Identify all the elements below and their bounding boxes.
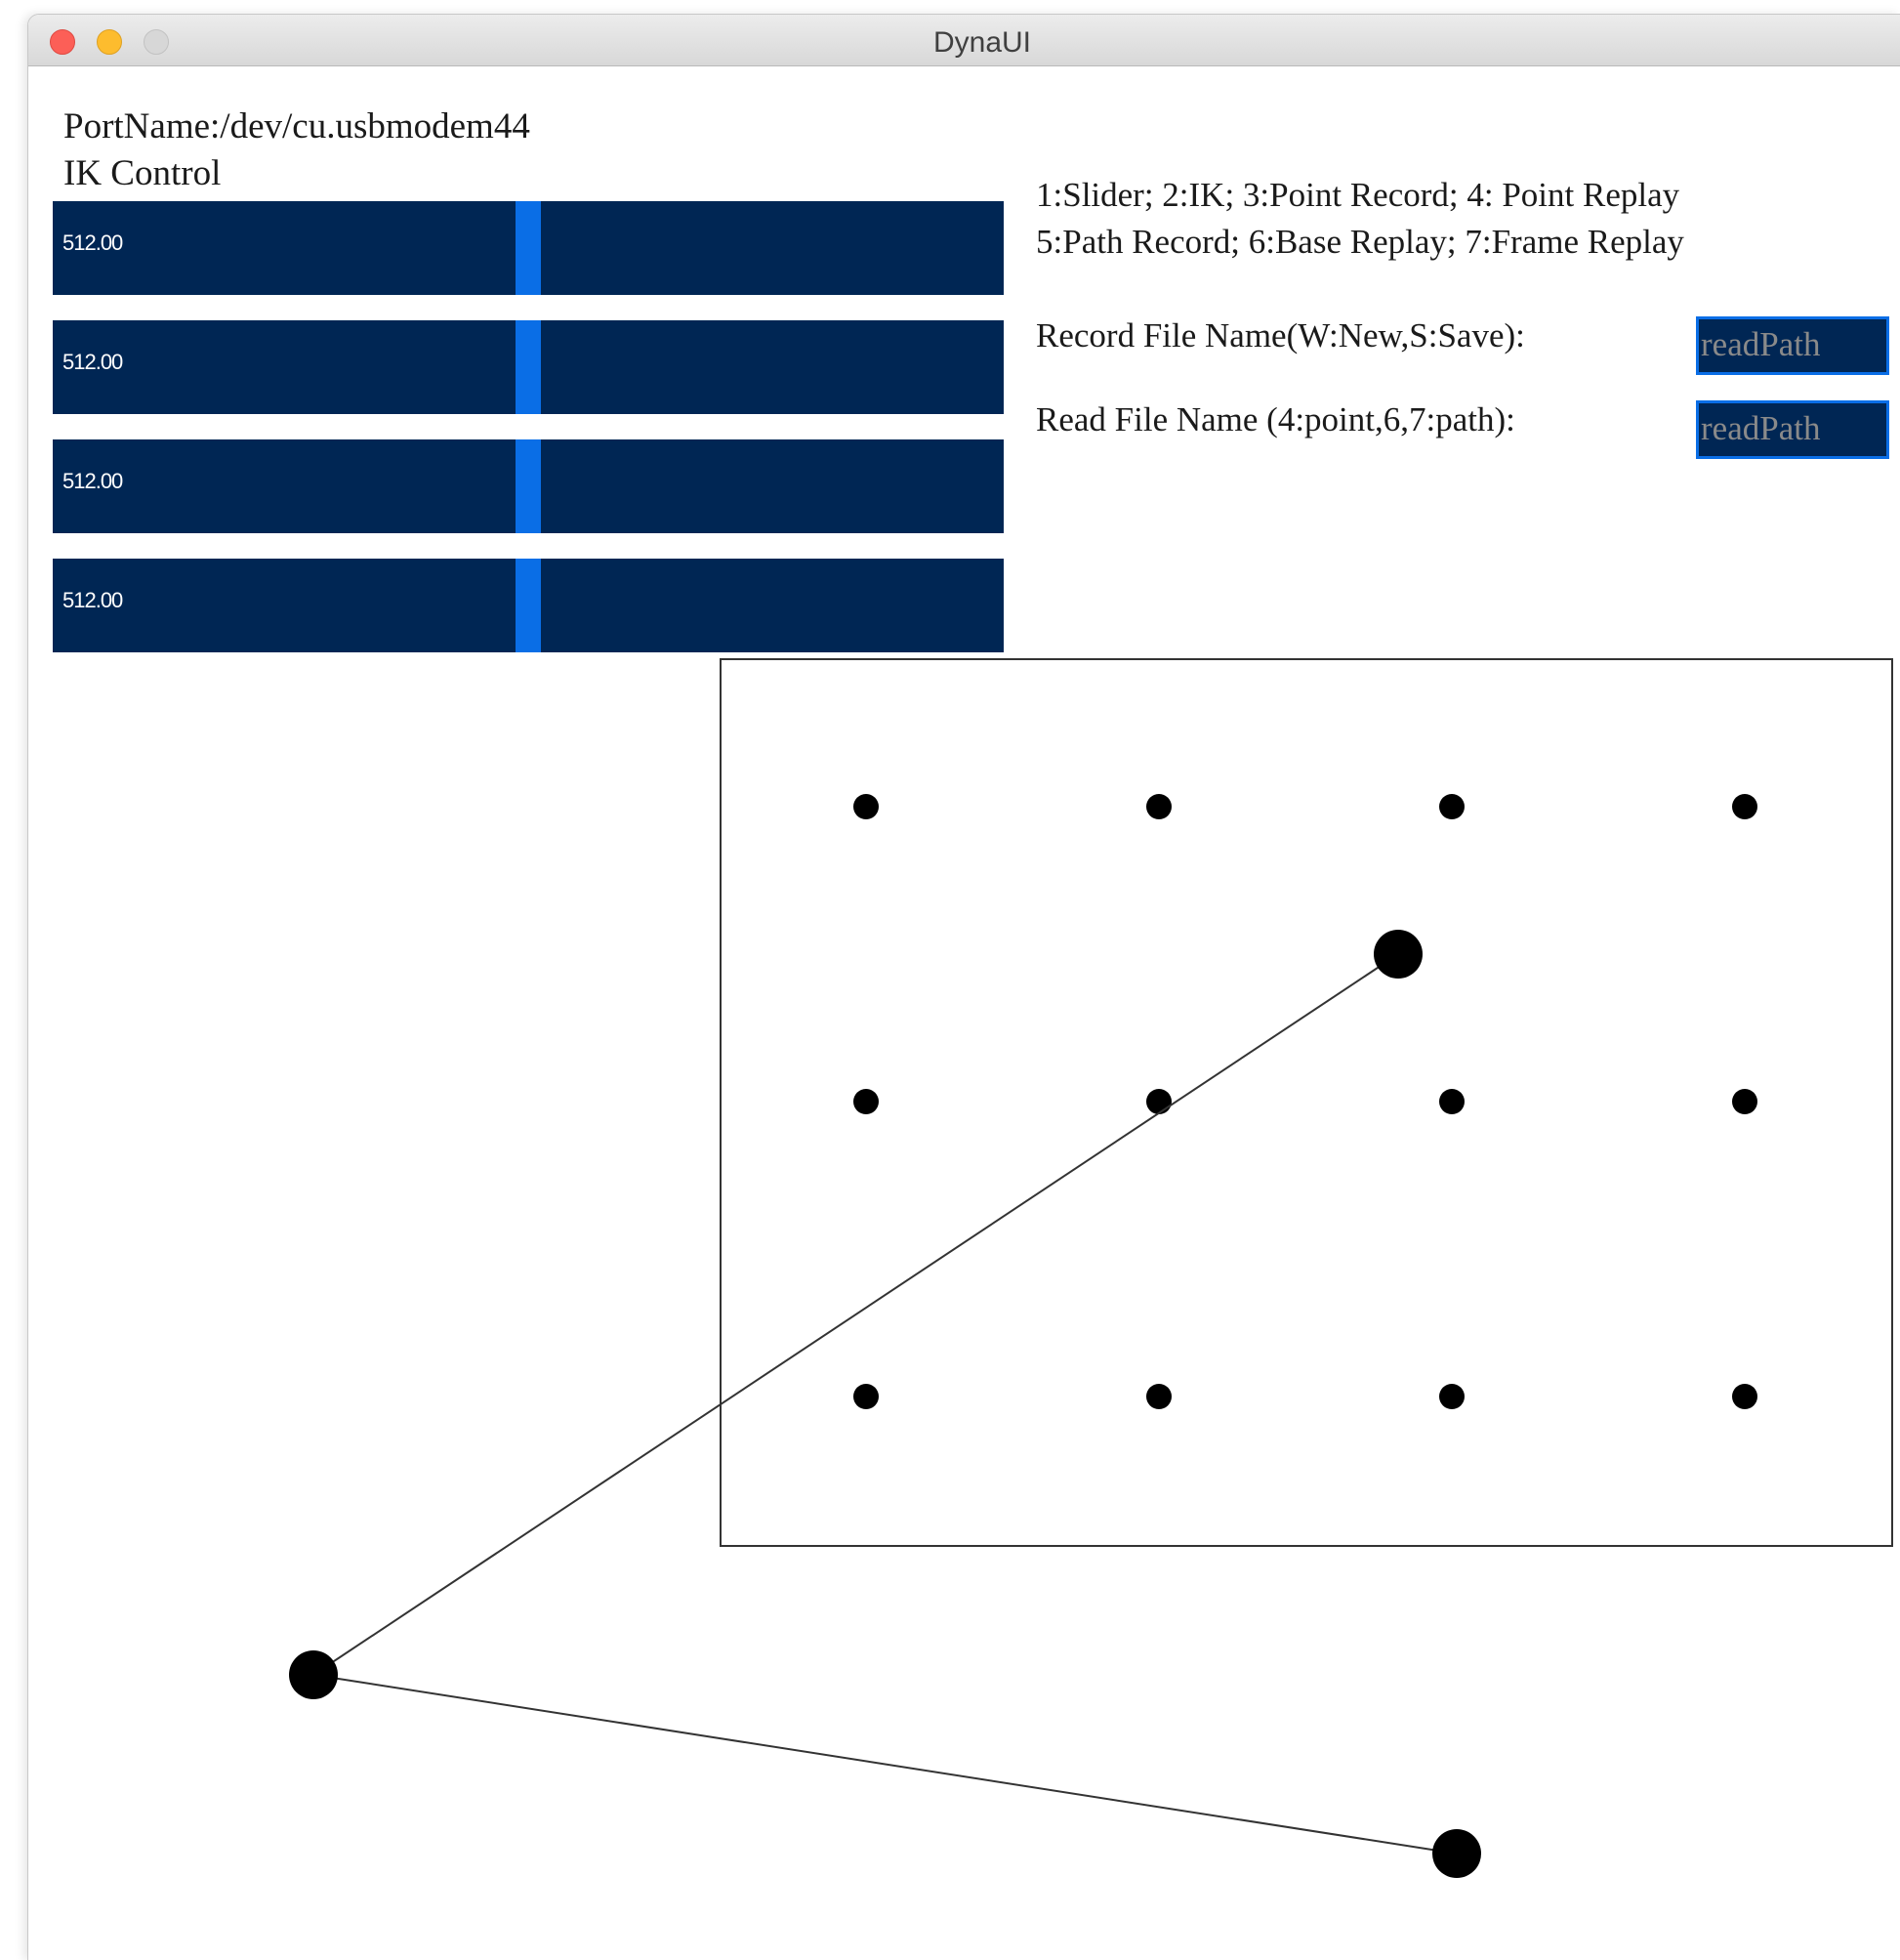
arm-base-joint[interactable] (1432, 1829, 1481, 1878)
window-title: DynaUI (932, 26, 1032, 59)
grid-target-point[interactable] (853, 1089, 879, 1114)
grid-target-point[interactable] (1732, 794, 1757, 819)
grid-target-point[interactable] (1439, 1089, 1465, 1114)
grid-target-point[interactable] (1732, 1384, 1757, 1409)
grid-target-point[interactable] (1439, 1384, 1465, 1409)
title-bar[interactable]: DynaUI (28, 15, 1900, 66)
grid-target-point[interactable] (853, 794, 879, 819)
grid-target-point[interactable] (1146, 1384, 1172, 1409)
app-window: DynaUI PortName:/dev/cu.usbmodem44 IK Co… (27, 14, 1900, 1960)
grid-target-point[interactable] (853, 1384, 879, 1409)
grid-target-point[interactable] (1146, 794, 1172, 819)
arm-link-1 (312, 953, 1399, 1676)
desktop-background (0, 0, 27, 1959)
arm-elbow-joint[interactable] (289, 1650, 338, 1699)
target-point-grid (853, 794, 1757, 1409)
arm-end-effector[interactable] (1374, 930, 1423, 979)
workspace-boundary (720, 658, 1893, 1547)
ik-workspace-canvas[interactable] (28, 66, 1900, 1960)
app-content: PortName:/dev/cu.usbmodem44 IK Control 5… (28, 66, 1900, 1960)
grid-target-point[interactable] (1732, 1089, 1757, 1114)
grid-target-point[interactable] (1146, 1089, 1172, 1114)
arm-link-2 (312, 1674, 1458, 1855)
grid-target-point[interactable] (1439, 794, 1465, 819)
